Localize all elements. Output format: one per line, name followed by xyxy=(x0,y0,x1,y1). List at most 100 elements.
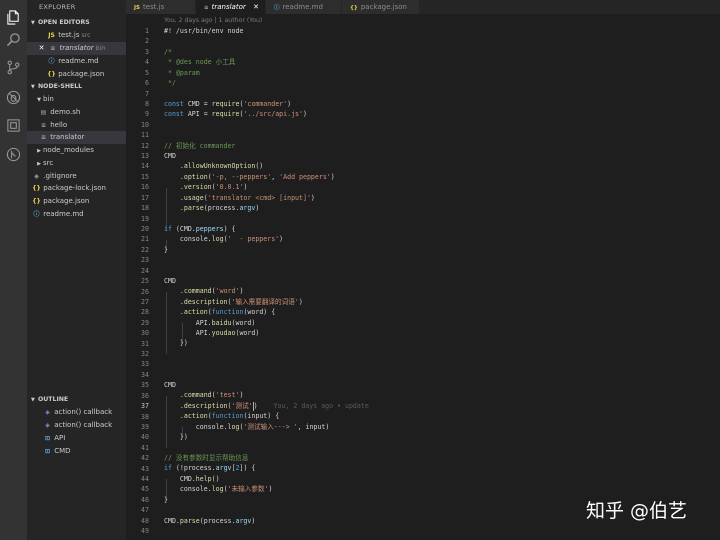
line-number: 26 xyxy=(141,287,149,296)
code-editor[interactable]: You, 2 days ago | 1 author (You) 1234567… xyxy=(126,14,720,540)
inline-blame: You, 2 days ago • update xyxy=(273,402,369,410)
line-number: 11 xyxy=(141,131,149,140)
line-number: 9 xyxy=(145,110,149,119)
line-number: 7 xyxy=(145,89,149,98)
outline-item-action-callback[interactable]: ◈ action() callback xyxy=(27,419,126,432)
line-number: 8 xyxy=(145,99,149,108)
line-number: 19 xyxy=(141,214,149,223)
code-line: CMD xyxy=(164,277,176,285)
line-number: 21 xyxy=(141,235,149,244)
json-file-icon: {} xyxy=(350,5,358,11)
code-line: .action(function(word) { xyxy=(164,308,276,316)
outline-item-api[interactable]: ⊡ API xyxy=(27,432,126,445)
code-line: console.log(' - peppers') xyxy=(164,235,284,243)
code-line: const CMD = require('commander') xyxy=(164,100,292,108)
code-line: // 初始化 commander xyxy=(164,142,236,150)
code-line: console.log('未输入参数') xyxy=(164,485,273,493)
variable-icon: ⊡ xyxy=(44,448,51,455)
line-number: 39 xyxy=(141,422,149,431)
line-number: 20 xyxy=(141,224,149,233)
code-line: CMD.parse(process.argv) xyxy=(164,517,256,525)
code-line: .action(function(input) { xyxy=(164,412,280,420)
shell-file-icon: ▤ xyxy=(40,109,47,116)
project-header[interactable]: ▼ NODE-SHELL xyxy=(27,81,126,92)
code-line: .command('test') xyxy=(164,391,244,399)
info-icon: ⓘ xyxy=(48,58,55,65)
line-number: 4 xyxy=(145,58,149,67)
line-number: 32 xyxy=(141,350,149,359)
tree-file-package-lock-json[interactable]: {} package-lock.json xyxy=(27,182,126,195)
blame-header: You, 2 days ago | 1 author (You) xyxy=(164,17,263,24)
files-icon[interactable] xyxy=(4,8,23,27)
code-line: */ xyxy=(164,79,176,87)
tab-translator[interactable]: ≡ translator ✕ xyxy=(196,0,266,14)
open-editor-item-readme[interactable]: ⓘ readme.md xyxy=(27,55,126,68)
text-file-icon: ≡ xyxy=(40,134,47,141)
open-editor-item-translator[interactable]: ✕ ≡ translator bin xyxy=(27,42,126,55)
method-icon: ◈ xyxy=(45,409,50,416)
line-number: 29 xyxy=(141,318,149,327)
text-file-icon: ≡ xyxy=(204,5,209,11)
code-line: console.log('测试输入---> ', input) xyxy=(164,423,330,431)
line-number: 22 xyxy=(141,245,149,254)
code-line: .parse(process.argv) xyxy=(164,204,260,212)
tree-file-gitignore[interactable]: ◆ .gitignore xyxy=(27,170,126,183)
chevron-down-icon: ▼ xyxy=(31,20,35,26)
tab-test-js[interactable]: JS test.js xyxy=(126,0,196,14)
tree-folder-bin[interactable]: ▼ bin xyxy=(27,93,126,106)
code-line: } xyxy=(164,246,168,254)
json-file-icon: {} xyxy=(32,185,41,192)
gitlens-icon[interactable] xyxy=(4,145,23,164)
code-line: .allowUnknownOption() xyxy=(164,162,264,170)
close-icon[interactable]: ✕ xyxy=(37,42,46,55)
tab-readme-md[interactable]: ⓘ readme.md xyxy=(266,0,342,14)
code-line: * @param xyxy=(164,69,200,77)
javascript-file-icon: JS xyxy=(134,5,141,11)
open-editor-item-package-json[interactable]: {} package.json xyxy=(27,68,126,81)
line-number: 16 xyxy=(141,183,149,192)
tree-file-translator[interactable]: ≡ translator xyxy=(27,131,126,144)
close-icon[interactable]: ✕ xyxy=(253,0,259,14)
code-line: // 没有参数时显示帮助信息 xyxy=(164,454,249,462)
chevron-down-icon: ▼ xyxy=(37,97,41,103)
line-number: 43 xyxy=(141,464,149,473)
line-number: 34 xyxy=(141,370,149,379)
line-number: 13 xyxy=(141,152,149,161)
editor-tab-bar: JS test.js ≡ translator ✕ ⓘ readme.md {} pac… xyxy=(126,0,720,14)
extensions-icon[interactable] xyxy=(4,116,23,135)
explorer-title: EXPLORER xyxy=(39,3,76,11)
tree-file-package-json[interactable]: {} package.json xyxy=(27,195,126,208)
open-editors-header[interactable]: ▼ OPEN EDITORS xyxy=(27,17,126,28)
outline-item-action-callback[interactable]: ◈ action() callback xyxy=(27,406,126,419)
search-icon[interactable] xyxy=(4,30,23,49)
line-number: 36 xyxy=(141,391,149,400)
outline-item-cmd[interactable]: ⊡ CMD xyxy=(27,445,126,458)
line-number: 1 xyxy=(145,27,149,35)
line-number: 48 xyxy=(141,516,149,525)
chevron-down-icon: ▼ xyxy=(31,397,35,403)
explorer-sidebar: EXPLORER ▼ OPEN EDITORS JS test.js src ✕ ≡… xyxy=(27,0,126,540)
outline-header[interactable]: ▼ OUTLINE xyxy=(27,394,126,405)
line-number: 44 xyxy=(141,475,149,484)
tab-package-json[interactable]: {} package.json xyxy=(342,0,420,14)
tree-folder-src[interactable]: ▶ src xyxy=(27,157,126,170)
tree-file-demo-sh[interactable]: ▤ demo.sh xyxy=(27,106,126,119)
line-number: 23 xyxy=(141,256,149,265)
line-number: 45 xyxy=(141,485,149,494)
line-number: 40 xyxy=(141,433,149,442)
variable-icon: ⊡ xyxy=(44,435,51,442)
tree-folder-node-modules[interactable]: ▶ node_modules xyxy=(27,144,126,157)
tree-file-hello[interactable]: ≡ hello xyxy=(27,119,126,132)
code-line: const API = require('../src/api.js') xyxy=(164,110,307,118)
code-line: .description('输入需要翻译的词语') xyxy=(164,298,303,306)
debug-icon[interactable] xyxy=(4,88,23,107)
open-editor-item-test-js[interactable]: JS test.js src xyxy=(27,29,126,42)
json-file-icon: {} xyxy=(32,198,41,205)
chevron-right-icon: ▶ xyxy=(37,148,41,154)
tree-file-readme-md[interactable]: ⓘ readme.md xyxy=(27,208,126,221)
line-number: 41 xyxy=(141,443,149,452)
source-control-icon[interactable] xyxy=(4,58,23,77)
line-number: 10 xyxy=(141,120,149,129)
code-line: * @des node 小工具 xyxy=(164,58,236,66)
line-number: 2 xyxy=(145,37,149,46)
